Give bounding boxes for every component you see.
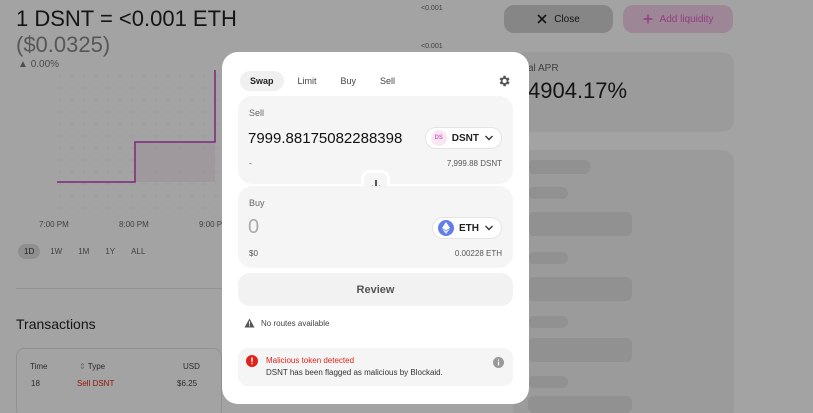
alert-circle-icon (246, 355, 258, 367)
sell-usd-value: - (249, 159, 252, 168)
buy-usd-value: $0 (249, 249, 258, 258)
no-routes-text: No routes available (261, 318, 330, 328)
malicious-token-alert: Malicious token detected DSNT has been f… (238, 348, 513, 386)
buy-balance: 0.00228 ETH (454, 249, 502, 258)
dsnt-token-icon: DS (430, 130, 447, 146)
sell-token-selector[interactable]: DS DSNT (424, 127, 502, 149)
alert-title: Malicious token detected (266, 356, 355, 365)
chevron-down-icon (485, 135, 493, 141)
sell-amount-input[interactable]: 7999.88175082288398 (248, 130, 402, 147)
chevron-down-icon (485, 225, 493, 231)
alert-body: DSNT has been flagged as malicious by Bl… (266, 368, 443, 377)
tab-swap[interactable]: Swap (240, 71, 284, 91)
info-icon[interactable] (493, 357, 504, 368)
buy-amount-input[interactable]: 0 (248, 216, 259, 239)
tab-limit[interactable]: Limit (288, 71, 327, 91)
eth-token-icon (438, 220, 454, 236)
swap-modal: Swap Limit Buy Sell Sell 7999.8817508228… (222, 52, 529, 404)
swap-tabs: Swap Limit Buy Sell (240, 71, 405, 91)
buy-token-selector[interactable]: ETH (432, 217, 502, 239)
warning-triangle-icon (244, 318, 255, 328)
sell-label: Sell (249, 108, 265, 118)
buy-token-symbol: ETH (459, 222, 479, 234)
no-routes-message: No routes available (244, 318, 329, 328)
sell-balance[interactable]: 7,999.88 DSNT (447, 159, 502, 168)
review-button[interactable]: Review (238, 273, 513, 306)
sell-token-symbol: DSNT (451, 132, 479, 144)
buy-label: Buy (249, 198, 265, 208)
gear-icon[interactable] (497, 74, 511, 88)
tab-buy[interactable]: Buy (331, 71, 367, 91)
buy-panel: Buy 0 ETH $0 0.00228 ETH (238, 186, 513, 268)
tab-sell[interactable]: Sell (370, 71, 405, 91)
